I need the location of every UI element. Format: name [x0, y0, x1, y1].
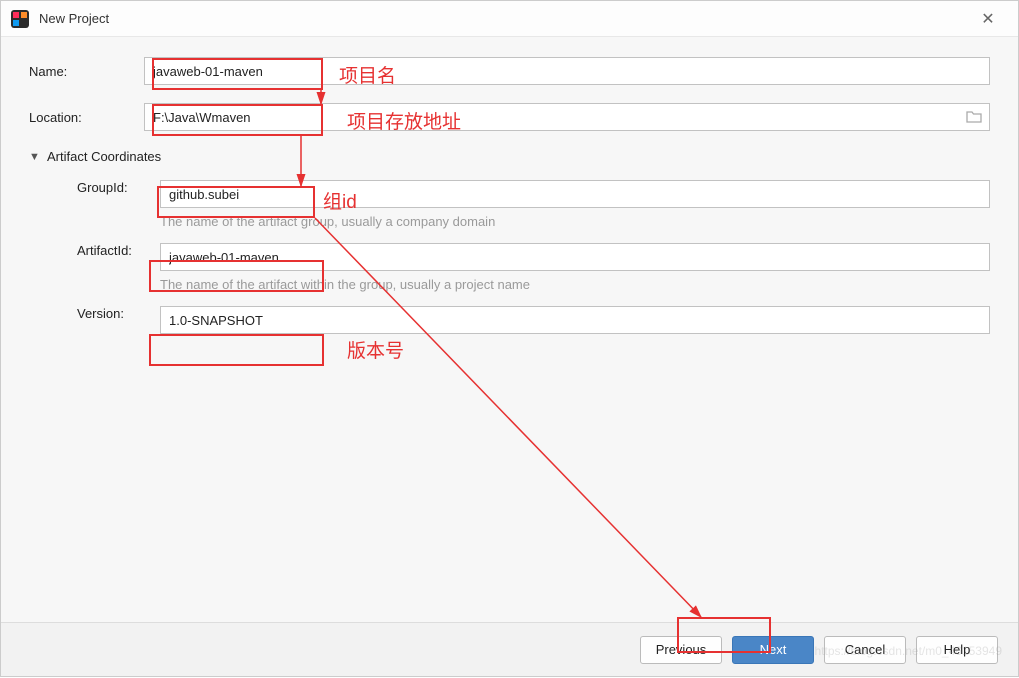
app-icon	[11, 10, 29, 28]
title-text: New Project	[39, 11, 968, 26]
location-label: Location:	[29, 110, 144, 125]
groupid-hint: The name of the artifact group, usually …	[160, 214, 990, 229]
dialog-footer: Previous Next Cancel Help	[1, 622, 1018, 676]
previous-button[interactable]: Previous	[640, 636, 722, 664]
name-input[interactable]	[144, 57, 990, 85]
annotation-box-version	[149, 334, 324, 366]
name-label: Name:	[29, 64, 144, 79]
groupid-input[interactable]	[160, 180, 990, 208]
dialog-content: Name: Location: ▼ Artifact Coordinates	[1, 37, 1018, 334]
next-button[interactable]: Next	[732, 636, 814, 664]
artifactid-input[interactable]	[160, 243, 990, 271]
version-label: Version:	[77, 306, 160, 321]
chevron-down-icon: ▼	[29, 151, 47, 163]
titlebar: New Project ✕	[1, 1, 1018, 37]
artifact-coordinates-block: GroupId: The name of the artifact group,…	[29, 180, 990, 334]
artifact-coordinates-label: Artifact Coordinates	[47, 149, 161, 164]
artifactid-hint: The name of the artifact within the grou…	[160, 277, 990, 292]
artifactid-row: ArtifactId: The name of the artifact wit…	[77, 243, 990, 292]
browse-folder-icon[interactable]	[966, 109, 982, 126]
new-project-dialog: New Project ✕ Name: Location: ▼ Artifa	[0, 0, 1019, 677]
help-button[interactable]: Help	[916, 636, 998, 664]
groupid-label: GroupId:	[77, 180, 160, 195]
artifact-coordinates-toggle[interactable]: ▼ Artifact Coordinates	[29, 149, 990, 164]
location-input[interactable]	[144, 103, 990, 131]
version-row: Version:	[77, 306, 990, 334]
artifactid-label: ArtifactId:	[77, 243, 160, 258]
groupid-row: GroupId: The name of the artifact group,…	[77, 180, 990, 229]
location-row: Location:	[29, 103, 990, 131]
name-row: Name:	[29, 57, 990, 85]
close-icon[interactable]: ✕	[968, 9, 1008, 29]
version-input[interactable]	[160, 306, 990, 334]
cancel-button[interactable]: Cancel	[824, 636, 906, 664]
annotation-label-version: 版本号	[347, 336, 404, 363]
